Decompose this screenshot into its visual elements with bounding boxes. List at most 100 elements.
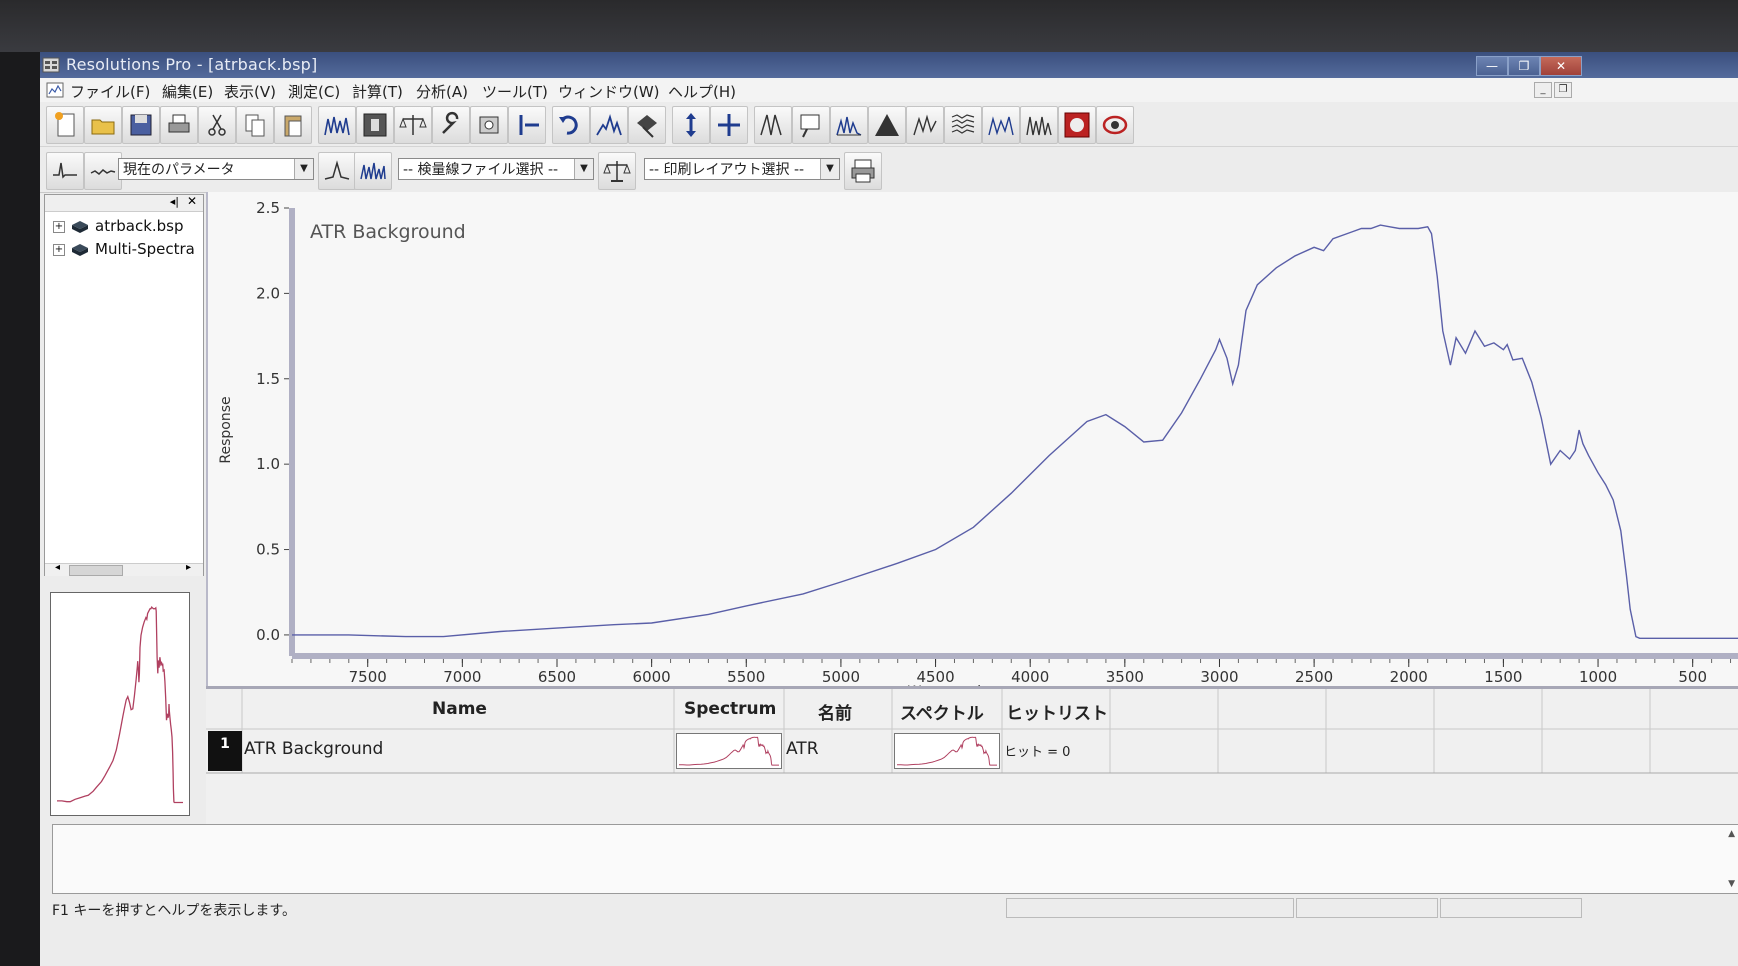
x-tick-label: 7000 [443,668,481,686]
peak-view-icon [53,162,77,179]
sample-button[interactable] [470,106,508,144]
column-header-hitlist[interactable]: ヒットリスト [1006,699,1108,724]
record-icon [1064,112,1090,138]
library-search-button[interactable] [1020,106,1058,144]
scroll-up-icon[interactable]: ▲ [1728,829,1735,839]
tree-item-multi-spectra[interactable]: + Multi-Spectra [53,240,195,262]
multi-peak-button[interactable] [354,152,392,190]
row-hits: ヒット = 0 [1004,745,1071,760]
scroll-down-icon[interactable]: ▼ [1728,879,1735,889]
save-button[interactable] [122,106,160,144]
record-button[interactable] [1058,106,1096,144]
y-tick-label: 0.0 [256,626,280,644]
multi-peak-button[interactable] [830,106,868,144]
column-header-jp-name[interactable]: 名前 [818,699,852,724]
balance-button[interactable] [394,106,432,144]
column-header-name[interactable]: Name [432,699,487,719]
stack-button[interactable] [944,106,982,144]
status-bar: F1 キーを押すとヘルプを表示します。 [40,896,1738,920]
x-tick-label: 6000 [633,668,671,686]
calibration-button[interactable] [598,152,636,190]
minimize-button[interactable]: — [1476,56,1508,76]
library-button[interactable] [628,106,666,144]
document-icon[interactable] [46,82,64,98]
paste-button[interactable] [274,106,312,144]
close-icon[interactable]: ✕ [187,194,197,208]
menu-bar: ファイル(F) 編集(E) 表示(V) 測定(C) 計算(T) 分析(A) ツー… [40,78,1738,103]
search-button[interactable] [792,106,830,144]
calibration-file-select[interactable]: -- 検量線ファイル選択 -- ▼ [398,158,594,180]
scroll-left-icon[interactable]: ◂ [55,562,60,573]
column-header-jp-spectrum[interactable]: スペクトル [900,699,984,724]
baseline-view-button[interactable] [84,152,122,190]
scroll-thumb[interactable] [69,565,123,576]
expand-icon[interactable]: + [53,220,65,233]
wrench-button[interactable] [432,106,470,144]
pane-header: ◂| ✕ [45,194,203,212]
peak-pick-button[interactable] [754,106,792,144]
spectrum-button[interactable] [318,106,356,144]
x-tick-label: 4000 [1011,668,1049,686]
menu-tools[interactable]: ツール(T) [482,81,548,102]
library-icon [637,115,657,138]
stack-icon [951,114,975,134]
open-button[interactable] [84,106,122,144]
print-button[interactable] [844,152,882,190]
spectrum-plot-panel: 0.0 0.5 1.0 1.5 2.0 2.5 7500 7000 6500 6000 5500 50… [206,192,1738,700]
menu-analysis[interactable]: 分析(A) [416,81,468,102]
print-layout-select[interactable]: -- 印刷レイアウト選択 -- ▼ [644,158,840,180]
undo-button[interactable] [552,106,590,144]
baseline-icon [519,115,539,135]
open-icon [91,119,115,135]
tree-item-atrback[interactable]: + atrback.bsp [53,217,184,239]
secondary-toolbar: 現在のパラメータ ▼ -- 検量線ファイル選択 -- ▼ -- 印刷レイアウト選… [40,148,1738,193]
restore-button[interactable]: ❐ [1508,56,1540,76]
cut-button[interactable] [198,106,236,144]
balance-icon [603,161,631,182]
camera-button[interactable] [1096,106,1134,144]
x-tick-label: 2000 [1390,668,1428,686]
status-panel [1296,898,1438,918]
mdi-restore-button[interactable]: ❐ [1554,82,1572,98]
scroll-right-icon[interactable]: ▸ [186,562,191,573]
menu-edit[interactable]: 編集(E) [162,81,213,102]
print-button[interactable] [160,106,198,144]
row-jp-spectrum-thumbnail [894,733,1000,769]
expand-icon[interactable]: + [53,243,65,256]
compare-button[interactable] [982,106,1020,144]
menu-window[interactable]: ウィンドウ(W) [558,81,660,102]
library-search-icon [1026,116,1052,136]
balance-icon [399,115,427,135]
baseline-button[interactable] [508,106,546,144]
move-button[interactable] [710,106,748,144]
menu-measure[interactable]: 測定(C) [288,81,340,102]
close-button[interactable]: ✕ [1540,56,1582,76]
row-spectrum-thumbnail [676,733,782,769]
single-peak-button[interactable] [318,152,356,190]
parameter-select[interactable]: 現在のパラメータ ▼ [118,158,314,180]
peak-view-button[interactable] [46,152,84,190]
triangle-button[interactable] [868,106,906,144]
horizontal-scrollbar[interactable]: ◂ ▸ [45,562,203,576]
pin-icon[interactable]: ◂| [170,195,179,208]
copy-button[interactable] [236,106,274,144]
camera-icon [1102,115,1128,135]
copy-icon [245,114,265,137]
new-button[interactable] [46,106,84,144]
plot-title: ATR Background [310,221,466,243]
vertical-arrow-button[interactable] [672,106,710,144]
scan-button[interactable] [356,106,394,144]
menu-view[interactable]: 表示(V) [224,81,276,102]
row-index[interactable]: 1 [208,731,242,771]
peak-button[interactable] [590,106,628,144]
results-table: Name Spectrum 名前 スペクトル ヒットリスト 1 ATR Back… [206,686,1738,825]
menu-calc[interactable]: 計算(T) [352,81,403,102]
menu-file[interactable]: ファイル(F) [70,81,150,102]
column-header-spectrum[interactable]: Spectrum [684,699,776,719]
chevron-down-icon: ▼ [294,159,313,179]
overlay-button[interactable] [906,106,944,144]
menu-help[interactable]: ヘルプ(H) [668,81,736,102]
mdi-minimize-button[interactable]: _ [1534,82,1552,98]
move-icon [718,114,740,136]
spectrum-line[interactable] [292,224,1738,639]
